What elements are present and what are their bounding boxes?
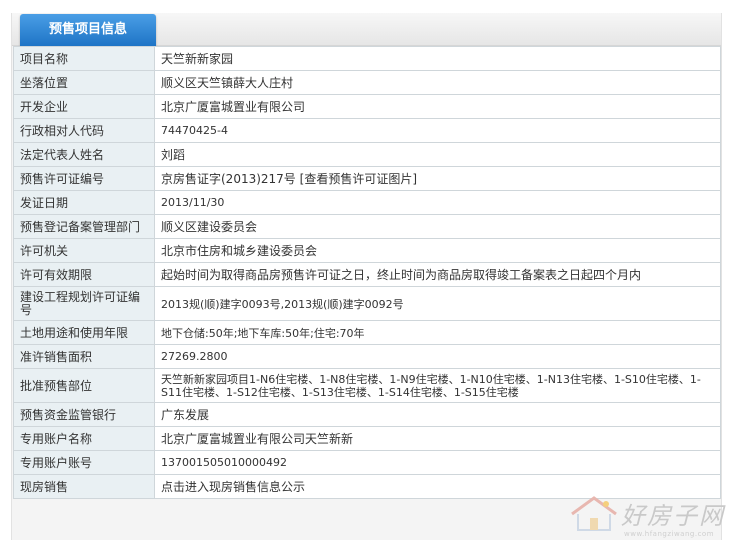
table-row: 发证日期 2013/11/30 bbox=[13, 190, 721, 215]
value-land-use: 地下仓储:50年;地下车库:50年;住宅:70年 bbox=[154, 320, 721, 345]
table-row: 开发企业 北京广厦富城置业有限公司 bbox=[13, 94, 721, 119]
watermark-url: www.hfangziwang.com bbox=[624, 530, 715, 538]
house-logo-icon bbox=[571, 496, 617, 531]
value-issue-date: 2013/11/30 bbox=[154, 190, 721, 215]
value-legal-rep: 刘蹈 bbox=[154, 142, 721, 167]
label-supervising-bank: 预售资金监管银行 bbox=[13, 402, 155, 427]
table-row: 许可机关 北京市住房和城乡建设委员会 bbox=[13, 238, 721, 263]
label-account-name: 专用账户名称 bbox=[13, 426, 155, 451]
table-row: 许可有效期限 起始时间为取得商品房预售许可证之日，终止时间为商品房取得竣工备案表… bbox=[13, 262, 721, 287]
label-registry-dept: 预售登记备案管理部门 bbox=[13, 214, 155, 239]
value-account-name: 北京广厦富城置业有限公司天竺新新 bbox=[154, 426, 721, 451]
label-planning-permit-text: 建设工程规划许可证编号 bbox=[20, 289, 141, 317]
label-project-name: 项目名称 bbox=[13, 46, 155, 71]
value-licensing-authority: 北京市住房和城乡建设委员会 bbox=[154, 238, 721, 263]
panel-header: 预售项目信息 bbox=[12, 13, 721, 46]
table-row: 坐落位置 顺义区天竺镇薛大人庄村 bbox=[13, 70, 721, 95]
table-row: 土地用途和使用年限 地下仓储:50年;地下车库:50年;住宅:70年 bbox=[13, 320, 721, 345]
table-row: 项目名称 天竺新新家园 bbox=[13, 46, 721, 71]
label-land-use: 土地用途和使用年限 bbox=[13, 320, 155, 345]
label-admin-code: 行政相对人代码 bbox=[13, 118, 155, 143]
watermark: 好房子网 www.hfangziwang.com bbox=[566, 490, 744, 540]
label-permit-number: 预售许可证编号 bbox=[13, 166, 155, 191]
label-validity-period: 许可有效期限 bbox=[13, 262, 155, 287]
value-location: 顺义区天竺镇薛大人庄村 bbox=[154, 70, 721, 95]
tab-presale-info[interactable]: 预售项目信息 bbox=[20, 14, 156, 46]
value-account-number: 137001505010000492 bbox=[154, 450, 721, 475]
label-developer: 开发企业 bbox=[13, 94, 155, 119]
permit-number-text: 京房售证字(2013)217号 bbox=[161, 172, 296, 186]
label-account-number: 专用账户账号 bbox=[13, 450, 155, 475]
table-row: 预售许可证编号 京房售证字(2013)217号 [查看预售许可证图片] bbox=[13, 166, 721, 191]
label-planning-permit: 建设工程规划许可证编号 bbox=[13, 286, 155, 321]
label-licensing-authority: 许可机关 bbox=[13, 238, 155, 263]
table-row: 法定代表人姓名 刘蹈 bbox=[13, 142, 721, 167]
table-row: 行政相对人代码 74470425-4 bbox=[13, 118, 721, 143]
value-registry-dept: 顺义区建设委员会 bbox=[154, 214, 721, 239]
table-row: 预售登记备案管理部门 顺义区建设委员会 bbox=[13, 214, 721, 239]
label-sale-area: 准许销售面积 bbox=[13, 344, 155, 369]
presale-info-panel: 预售项目信息 项目名称 天竺新新家园 坐落位置 顺义区天竺镇薛大人庄村 开发企业… bbox=[11, 13, 722, 540]
watermark-text: 好房子网 bbox=[621, 502, 725, 530]
presale-info-table: 项目名称 天竺新新家园 坐落位置 顺义区天竺镇薛大人庄村 开发企业 北京广厦富城… bbox=[13, 46, 721, 499]
approved-parts-text: 天竺新新家园项目1-N6住宅楼、1-N8住宅楼、1-N9住宅楼、1-N10住宅楼… bbox=[161, 372, 701, 399]
value-approved-parts: 天竺新新家园项目1-N6住宅楼、1-N8住宅楼、1-N9住宅楼、1-N10住宅楼… bbox=[154, 368, 721, 403]
value-supervising-bank: 广东发展 bbox=[154, 402, 721, 427]
value-admin-code: 74470425-4 bbox=[154, 118, 721, 143]
value-planning-permit: 2013规(顺)建字0093号,2013规(顺)建字0092号 bbox=[154, 286, 721, 321]
label-issue-date: 发证日期 bbox=[13, 190, 155, 215]
table-row: 专用账户账号 137001505010000492 bbox=[13, 450, 721, 475]
value-project-name: 天竺新新家园 bbox=[154, 46, 721, 71]
view-permit-image-link[interactable]: [查看预售许可证图片] bbox=[300, 172, 417, 186]
value-developer: 北京广厦富城置业有限公司 bbox=[154, 94, 721, 119]
table-row: 建设工程规划许可证编号 2013规(顺)建字0093号,2013规(顺)建字00… bbox=[13, 286, 721, 321]
value-permit-number: 京房售证字(2013)217号 [查看预售许可证图片] bbox=[154, 166, 721, 191]
table-row: 准许销售面积 27269.2800 bbox=[13, 344, 721, 369]
table-row: 批准预售部位 天竺新新家园项目1-N6住宅楼、1-N8住宅楼、1-N9住宅楼、1… bbox=[13, 368, 721, 403]
label-approved-parts: 批准预售部位 bbox=[13, 368, 155, 403]
existing-sales-link[interactable]: 点击进入现房销售信息公示 bbox=[161, 480, 305, 494]
label-location: 坐落位置 bbox=[13, 70, 155, 95]
table-row: 专用账户名称 北京广厦富城置业有限公司天竺新新 bbox=[13, 426, 721, 451]
value-sale-area: 27269.2800 bbox=[154, 344, 721, 369]
label-existing-sales: 现房销售 bbox=[13, 474, 155, 499]
label-legal-rep: 法定代表人姓名 bbox=[13, 142, 155, 167]
value-validity-period: 起始时间为取得商品房预售许可证之日，终止时间为商品房取得竣工备案表之日起四个月内 bbox=[154, 262, 721, 287]
table-row: 预售资金监管银行 广东发展 bbox=[13, 402, 721, 427]
